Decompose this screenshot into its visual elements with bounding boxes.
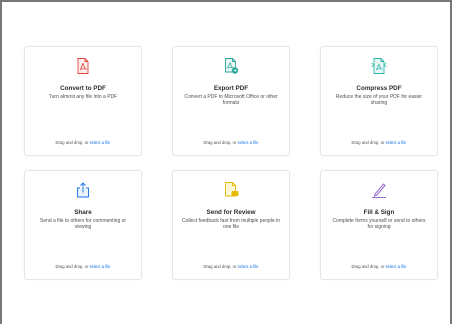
tool-card-compress-pdf[interactable]: Compress PDF Reduce the size of your PDF… (320, 46, 438, 156)
drop-hint-text: Drag and drop, or (203, 140, 238, 145)
tool-card-convert-to-pdf[interactable]: Convert to PDF Turn almost any file into… (24, 46, 142, 156)
tool-description: Complete forms yourself or send to other… (332, 218, 426, 231)
app-window: Convert to PDF Turn almost any file into… (0, 0, 452, 324)
select-file-link[interactable]: select a file (90, 140, 111, 145)
export-file-icon (222, 57, 240, 75)
pdf-file-icon (74, 57, 92, 75)
tool-card-fill-sign[interactable]: Fill & Sign Complete forms yourself or s… (320, 170, 438, 280)
drop-hint: Drag and drop, or select a file (173, 140, 289, 145)
compress-file-icon (370, 57, 388, 75)
tool-description: Send a file to others for commenting or … (39, 218, 127, 231)
drop-hint: Drag and drop, or select a file (25, 264, 141, 269)
select-file-link[interactable]: select a file (238, 264, 259, 269)
drop-hint-text: Drag and drop, or (55, 264, 90, 269)
tool-description: Collect feedback fast from multiple peop… (181, 218, 281, 231)
select-file-link[interactable]: select a file (386, 264, 407, 269)
drop-hint-text: Drag and drop, or (351, 264, 386, 269)
drop-hint: Drag and drop, or select a file (321, 264, 437, 269)
drop-hint-text: Drag and drop, or (55, 140, 90, 145)
drop-hint: Drag and drop, or select a file (173, 264, 289, 269)
tool-description: Reduce the size of your PDF for easier s… (335, 94, 423, 107)
tool-title: Send for Review (206, 209, 256, 216)
tool-card-send-for-review[interactable]: Send for Review Collect feedback fast fr… (172, 170, 290, 280)
select-file-link[interactable]: select a file (90, 264, 111, 269)
tool-title: Compress PDF (356, 85, 402, 92)
share-icon (74, 181, 92, 199)
select-file-link[interactable]: select a file (386, 140, 407, 145)
select-file-link[interactable]: select a file (238, 140, 259, 145)
tool-title: Convert to PDF (60, 85, 106, 92)
tool-grid: Convert to PDF Turn almost any file into… (2, 2, 452, 324)
tool-description: Turn almost any file into a PDF (48, 94, 118, 100)
tool-card-export-pdf[interactable]: Export PDF Convert a PDF to Microsoft Of… (172, 46, 290, 156)
drop-hint-text: Drag and drop, or (203, 264, 238, 269)
tool-title: Export PDF (213, 85, 249, 92)
tool-title: Fill & Sign (363, 209, 395, 216)
fill-sign-icon (370, 181, 388, 199)
tool-card-share[interactable]: Share Send a file to others for commenti… (24, 170, 142, 280)
drop-hint: Drag and drop, or select a file (321, 140, 437, 145)
drop-hint: Drag and drop, or select a file (25, 140, 141, 145)
drop-hint-text: Drag and drop, or (351, 140, 386, 145)
tool-title: Share (74, 209, 92, 216)
send-review-icon (222, 181, 240, 199)
tool-description: Convert a PDF to Microsoft Office or oth… (184, 94, 278, 107)
